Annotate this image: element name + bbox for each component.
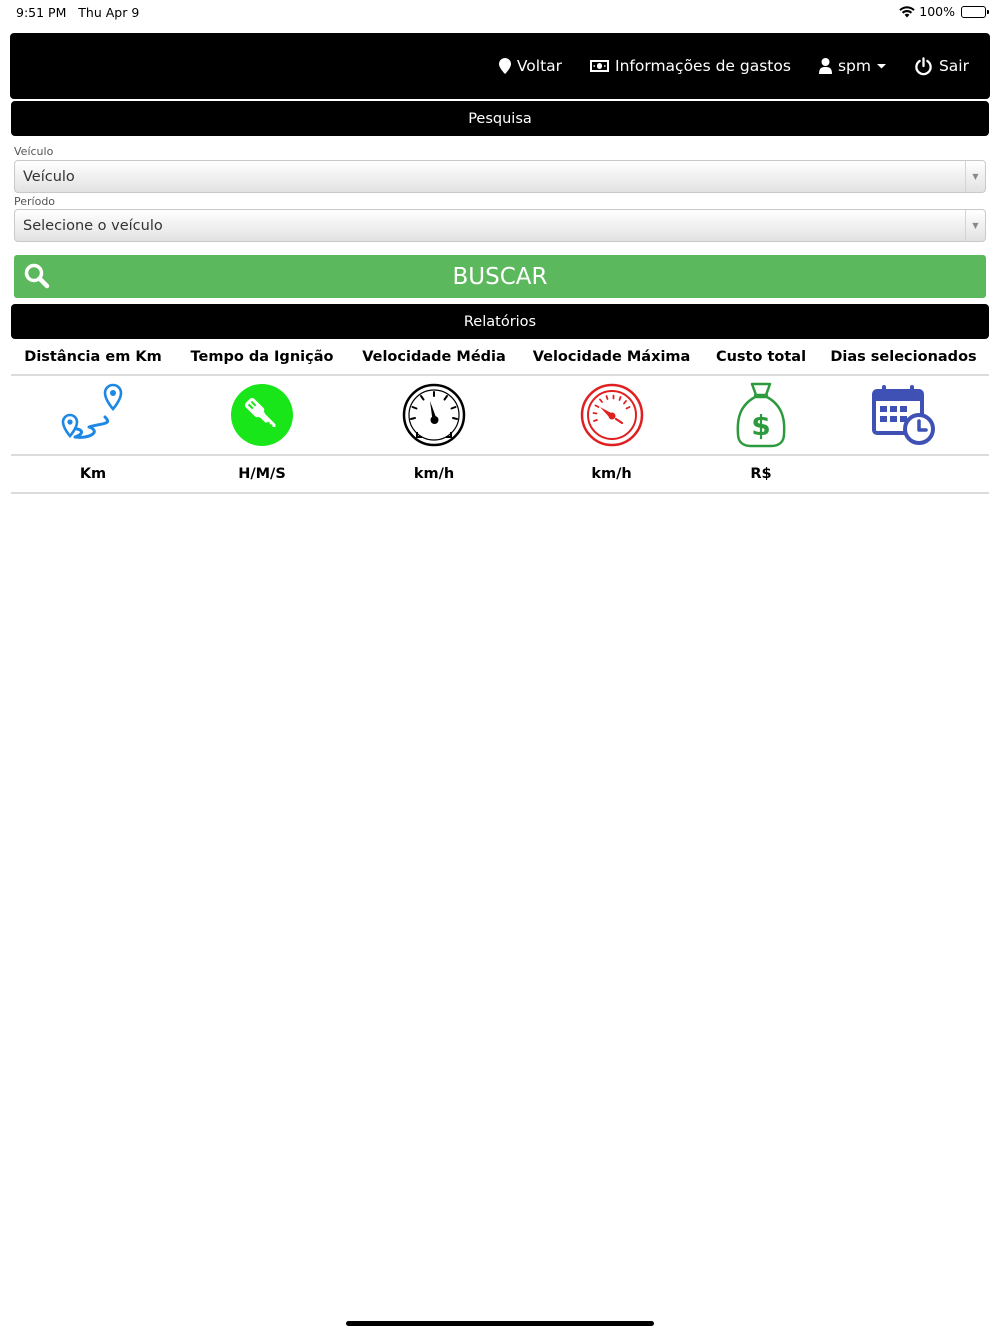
wifi-icon [899,5,915,17]
search-button[interactable]: BUSCAR [14,255,986,298]
speedometer-max-icon [580,383,643,447]
column-unit [818,456,989,492]
column-header: Distância em Km [24,349,162,365]
column-header: Velocidade Média [362,349,506,365]
search-section-title: Pesquisa [468,110,532,127]
column-unit: Km [79,466,107,482]
search-section-header: Pesquisa [11,101,989,136]
period-label: Período [14,195,56,208]
calendar-clock-icon [871,385,935,445]
ignition-key-icon [231,384,293,446]
speedometer-icon [402,383,466,447]
chevron-down-icon: ▼ [965,161,985,192]
money-bag-icon: $ [736,382,786,448]
logout-link-label: Sair [938,57,969,75]
chevron-down-icon: ▼ [965,210,985,241]
reports-table: Distância em Km Tempo da Ignição Velocid… [11,340,989,494]
search-icon [24,263,50,289]
search-button-label: BUSCAR [452,263,548,290]
battery-percent: 100% [919,4,955,19]
column-unit: km/h [591,466,632,482]
back-link[interactable]: Voltar [498,57,563,75]
column-unit: km/h [413,466,455,482]
svg-text:$: $ [751,409,770,442]
status-bar: 9:51 PM Thu Apr 9 100% [0,0,1000,24]
vehicle-label: Veículo [14,145,54,158]
period-select[interactable]: Selecione o veículo ▼ [14,209,986,242]
reports-section-title: Relatórios [463,313,537,330]
user-icon [818,58,832,74]
user-dropdown-label: spm [837,57,871,75]
map-route-icon [61,383,123,439]
column-header: Custo total [715,349,807,365]
table-unit-row: Km H/M/S km/h km/h R$ [11,456,989,494]
period-select-value: Selecione o veículo [23,218,163,234]
status-right: 100% [899,4,989,19]
column-header: Dias selecionados [830,349,977,365]
column-unit: R$ [750,466,772,482]
reports-section-header: Relatórios [11,304,989,339]
vehicle-select[interactable]: Veículo ▼ [14,160,986,193]
back-link-label: Voltar [516,57,563,75]
battery-icon [961,5,989,18]
power-icon [915,56,932,75]
column-header: Velocidade Máxima [532,349,691,365]
top-navbar: Voltar Informações de gastos spm Sair [10,33,990,99]
column-unit: H/M/S [238,466,286,482]
logout-link[interactable]: Sair [914,56,969,76]
table-header-row: Distância em Km Tempo da Ignição Velocid… [11,340,989,376]
status-time: 9:51 PM Thu Apr 9 [16,5,140,20]
user-dropdown[interactable]: spm [818,57,886,75]
vehicle-select-value: Veículo [23,169,75,185]
column-header: Tempo da Ignição [190,349,334,365]
money-bill-icon [590,60,610,72]
table-icon-row: $ [11,376,989,456]
expenses-link-label: Informações de gastos [615,57,791,75]
home-indicator[interactable] [346,1321,654,1326]
map-marker-icon [498,58,511,74]
expenses-link[interactable]: Informações de gastos [590,57,791,75]
caret-down-icon [876,64,886,69]
